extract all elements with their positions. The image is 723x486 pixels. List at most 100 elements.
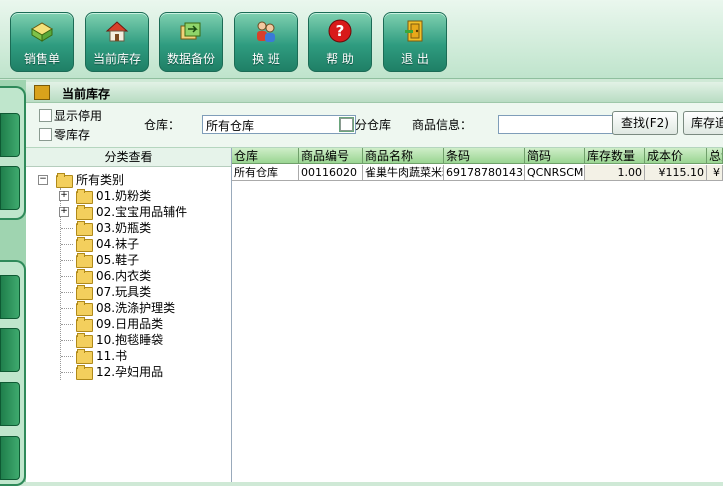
- tree-header: 分类查看: [26, 148, 231, 167]
- folder-icon: [76, 301, 93, 316]
- sales-order-button[interactable]: 销售单: [10, 12, 74, 72]
- tree-item[interactable]: 09.日用品类: [96, 316, 163, 332]
- zero-stock-checkbox[interactable]: [39, 128, 52, 141]
- current-stock-button[interactable]: 当前库存: [85, 12, 149, 72]
- nav-tab-4[interactable]: [0, 328, 20, 372]
- folder-icon: [76, 221, 93, 236]
- nav-tab-6[interactable]: [0, 436, 20, 480]
- column-header[interactable]: 成本价: [645, 148, 707, 164]
- tree-item[interactable]: 07.玩具类: [96, 284, 151, 300]
- nav-tab-3[interactable]: [0, 275, 20, 319]
- tree-item[interactable]: 02.宝宝用品辅件: [96, 204, 187, 220]
- folder-icon: [76, 269, 93, 284]
- table-cell: 所有仓库: [232, 165, 299, 181]
- table-cell: ¥: [707, 165, 723, 181]
- column-header[interactable]: 商品名称: [363, 148, 444, 164]
- table-cell: ¥115.10: [645, 165, 707, 181]
- tree-item[interactable]: 10.抱毯睡袋: [96, 332, 163, 348]
- sales-order-icon: [31, 22, 53, 42]
- help-label: 帮 助: [326, 52, 354, 66]
- warehouse-select[interactable]: 所有仓库: [202, 115, 356, 134]
- stock-table: 仓库商品编号商品名称条码简码库存数量成本价总金 所有仓库00116020雀巢牛肉…: [232, 148, 723, 482]
- search-button[interactable]: 查找(F2): [612, 111, 678, 135]
- window-icon: [34, 85, 50, 100]
- tree-item[interactable]: 11.书: [96, 348, 127, 364]
- category-tree-panel: 分类查看 − 所有类别 +01.奶粉类 +02.宝宝用品辅件 03.奶瓶类 04.袜子…: [26, 148, 232, 482]
- tree-connector: [61, 324, 73, 325]
- column-header[interactable]: 条码: [444, 148, 525, 164]
- nav-tab-5[interactable]: [0, 382, 20, 426]
- tree-connector: [61, 260, 73, 261]
- tree-item[interactable]: 01.奶粉类: [96, 188, 151, 204]
- folder-icon: [76, 285, 93, 300]
- exit-label: 退 出: [401, 52, 429, 66]
- help-button[interactable]: ? 帮 助: [308, 12, 372, 72]
- tree-item[interactable]: 06.内衣类: [96, 268, 151, 284]
- help-icon: ?: [328, 19, 352, 43]
- folder-icon: [76, 365, 93, 380]
- people-icon: [257, 21, 275, 42]
- sales-order-label: 销售单: [23, 52, 60, 66]
- exit-door-icon: [405, 20, 423, 42]
- main-toolbar: 销售单 当前库存 数据备份 换 班 ? 帮 助 退 出: [0, 0, 723, 79]
- svg-text:?: ?: [336, 22, 345, 40]
- tree-item[interactable]: 08.洗涤护理类: [96, 300, 175, 316]
- filter-bar: 显示停用 零库存 仓库： 所有仓库 分仓库 商品信息： 查找(F2) 库存追: [26, 103, 723, 148]
- left-nav-strip: [0, 80, 26, 486]
- zero-stock-label: 零库存: [54, 128, 91, 142]
- column-header[interactable]: 仓库: [232, 148, 299, 164]
- data-backup-label: 数据备份: [166, 52, 215, 66]
- tree-connector: [61, 292, 73, 293]
- product-info-label: 商品信息：: [412, 118, 473, 132]
- split-warehouse-checkbox[interactable]: [340, 118, 353, 131]
- nav-tab-1[interactable]: [0, 113, 20, 157]
- collapse-icon[interactable]: −: [38, 175, 48, 185]
- shift-change-label: 换 班: [252, 52, 280, 66]
- window-titlebar: 当前库存: [26, 82, 723, 103]
- column-header[interactable]: 商品编号: [299, 148, 363, 164]
- column-header[interactable]: 总金: [707, 148, 723, 164]
- table-cell: 1.00: [585, 165, 645, 181]
- tree-item[interactable]: 12.孕妇用品: [96, 364, 163, 380]
- tree-item[interactable]: 03.奶瓶类: [96, 220, 151, 236]
- tree-root[interactable]: 所有类别: [76, 172, 124, 188]
- tree-connector: [61, 340, 73, 341]
- show-disabled-checkbox[interactable]: [39, 109, 52, 122]
- column-header[interactable]: 简码: [525, 148, 585, 164]
- expand-icon[interactable]: +: [59, 207, 69, 217]
- tree-connector: [61, 372, 73, 373]
- table-cell: QCNRSCMF: [525, 165, 585, 181]
- split-warehouse-label: 分仓库: [355, 118, 392, 132]
- tree-connector: [61, 308, 73, 309]
- folder-icon: [76, 205, 93, 220]
- shift-change-button[interactable]: 换 班: [234, 12, 298, 72]
- tree-connector: [61, 244, 73, 245]
- product-info-input[interactable]: [498, 115, 627, 134]
- tree-item[interactable]: 04.袜子: [96, 236, 139, 252]
- window-title: 当前库存: [62, 87, 111, 101]
- tree-connector: [61, 356, 73, 357]
- column-header[interactable]: 库存数量: [585, 148, 645, 164]
- backup-icon: [180, 22, 201, 40]
- folder-icon: [76, 317, 93, 332]
- expand-icon[interactable]: +: [59, 191, 69, 201]
- stock-trace-button[interactable]: 库存追: [683, 111, 723, 135]
- table-cell: 00116020: [299, 165, 363, 181]
- folder-icon: [76, 237, 93, 252]
- table-cell: 雀巢牛肉蔬菜米粉: [363, 165, 444, 181]
- tree-connector: [61, 228, 73, 229]
- warehouse-label: 仓库：: [144, 118, 181, 132]
- current-stock-label: 当前库存: [92, 52, 141, 66]
- table-cell: 6917878014333: [444, 165, 525, 181]
- folder-icon: [76, 189, 93, 204]
- folder-icon: [76, 349, 93, 364]
- folder-icon: [56, 173, 73, 188]
- show-disabled-label: 显示停用: [54, 109, 103, 123]
- data-backup-button[interactable]: 数据备份: [159, 12, 223, 72]
- folder-icon: [76, 333, 93, 348]
- house-icon: [105, 21, 129, 42]
- exit-button[interactable]: 退 出: [383, 12, 447, 72]
- warehouse-select-value: 所有仓库: [206, 119, 255, 133]
- tree-item[interactable]: 05.鞋子: [96, 252, 139, 268]
- nav-tab-2[interactable]: [0, 166, 20, 210]
